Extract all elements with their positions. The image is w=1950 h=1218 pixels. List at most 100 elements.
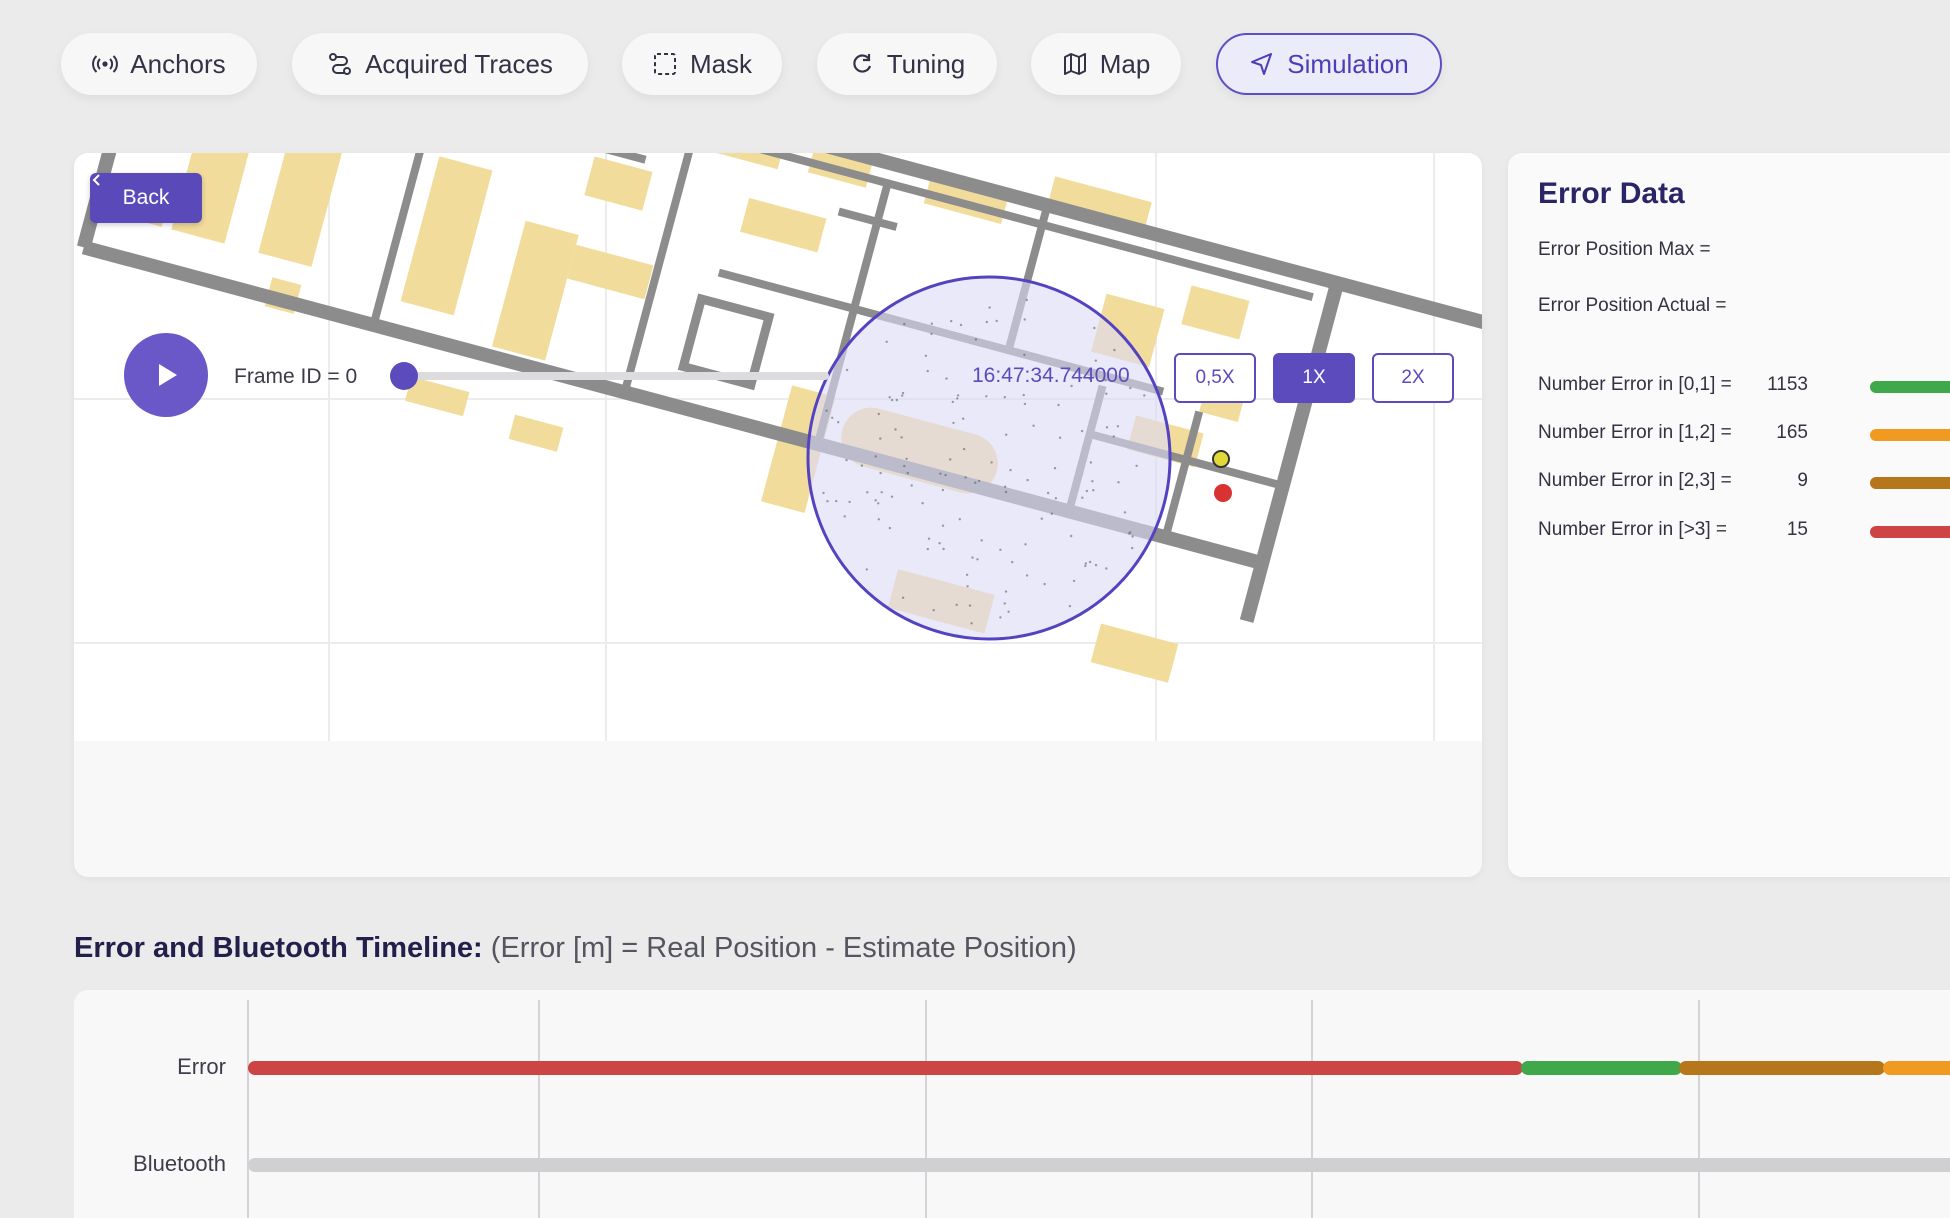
play-button[interactable]: [124, 333, 208, 417]
trace-point: [1032, 424, 1035, 427]
trace-point: [939, 472, 942, 475]
trace-point: [1058, 436, 1062, 439]
trace-point: [905, 457, 908, 460]
trace-point: [901, 391, 905, 395]
error-range-bar: [1870, 526, 1950, 538]
trace-point: [962, 447, 966, 451]
trace-point: [874, 455, 877, 458]
back-button[interactable]: Back: [90, 173, 202, 223]
speed-0-5x-button[interactable]: 0,5X: [1174, 353, 1256, 403]
trace-point: [952, 421, 955, 425]
trace-point: [1143, 394, 1146, 397]
trace-point: [822, 491, 825, 495]
trace-point: [945, 377, 948, 380]
trace-point: [880, 491, 883, 494]
trace-point: [970, 622, 973, 625]
tab-label: Anchors: [130, 48, 226, 79]
trace-point: [966, 585, 969, 588]
error-range-count: 9: [1797, 470, 1808, 491]
trace-point: [906, 471, 909, 475]
timeline-title-bold: Error and Bluetooth Timeline:: [74, 932, 483, 964]
trace-point: [1024, 543, 1027, 546]
trace-point: [1088, 560, 1092, 564]
map-panel: Back Frame ID = 0 16:47:34.744000 0,5X 1…: [74, 153, 1482, 877]
tab-anchors[interactable]: Anchors: [61, 33, 257, 95]
trace-point: [845, 368, 849, 372]
trace-point: [980, 539, 983, 542]
trace-point: [927, 537, 931, 540]
chevron-left-icon: [92, 174, 100, 186]
floor-plan-map[interactable]: Back: [74, 153, 1482, 741]
trace-point: [1070, 534, 1073, 538]
tab-map[interactable]: Map: [1031, 33, 1181, 95]
error-range-label: Number Error in [0,1] =: [1538, 374, 1732, 395]
tab-label: Simulation: [1287, 48, 1409, 79]
tab-simulation[interactable]: Simulation: [1216, 33, 1442, 95]
timeline-row-label-error: Error: [177, 1054, 226, 1079]
slider-thumb[interactable]: [390, 362, 418, 390]
trace-point: [1004, 490, 1008, 494]
trace-point: [941, 488, 945, 492]
trace-point: [866, 491, 869, 494]
trace-point: [926, 369, 929, 373]
trace-point: [1116, 425, 1120, 428]
trace-point: [1023, 353, 1026, 356]
error-position-max: Error Position Max =: [1538, 239, 1711, 260]
trace-point: [1085, 489, 1089, 493]
trace-point: [895, 398, 898, 402]
trace-point: [900, 436, 903, 439]
trace-point: [877, 518, 880, 521]
trace-point: [1025, 574, 1029, 577]
trace-point: [845, 458, 848, 462]
back-label: Back: [122, 186, 170, 209]
trace-point: [888, 526, 892, 530]
trace-point: [879, 471, 882, 475]
trace-point: [971, 556, 974, 559]
trace-point: [949, 458, 952, 461]
error-range-label: Number Error in [>3] =: [1538, 519, 1728, 540]
speed-label: 0,5X: [1195, 367, 1235, 388]
tab-tuning[interactable]: Tuning: [817, 33, 997, 95]
timeline-title-note: (Error [m] = Real Position - Estimate Po…: [490, 932, 1077, 964]
trace-point: [865, 568, 868, 571]
trace-point: [988, 306, 991, 309]
trace-point: [1025, 298, 1028, 302]
trace-point: [1003, 602, 1006, 605]
trace-point: [848, 500, 851, 504]
navigation-arrow-icon: [1251, 53, 1273, 75]
trace-point: [1089, 461, 1093, 464]
tab-acquired-traces[interactable]: Acquired Traces: [292, 33, 588, 95]
trace-point: [1057, 403, 1060, 407]
trace-point: [1054, 497, 1058, 500]
timeline-row-label-bluetooth: Bluetooth: [133, 1151, 226, 1176]
trace-point: [956, 397, 959, 400]
trace-point: [990, 461, 993, 464]
trace-point: [985, 320, 988, 324]
trace-point: [1094, 359, 1097, 362]
trace-point: [976, 558, 979, 561]
trace-point: [1043, 582, 1046, 586]
speed-label: 1X: [1302, 367, 1326, 388]
trace-point: [958, 518, 961, 521]
trace-point: [999, 548, 1002, 551]
speed-2x-button[interactable]: 2X: [1372, 353, 1454, 403]
trace-point: [956, 394, 960, 397]
error-range-row: Number Error in [>3] = 15: [1538, 519, 1950, 543]
tab-mask[interactable]: Mask: [622, 33, 782, 95]
tab-label: Mask: [689, 48, 753, 79]
timeline-panel: Error Bluetooth: [74, 990, 1950, 1218]
app-frame: Anchors Acquired Traces Mask Tuning Map: [0, 0, 1950, 1218]
trace-point: [1094, 563, 1098, 567]
speed-1x-button[interactable]: 1X: [1273, 353, 1355, 403]
error-position-actual: Error Position Actual =: [1538, 295, 1727, 316]
trace-point: [1131, 546, 1134, 550]
map-icon: [1063, 53, 1086, 75]
trace-point: [1040, 517, 1043, 520]
error-range-row: Number Error in [1,2] = 165: [1538, 422, 1950, 446]
frame-slider[interactable]: [390, 362, 829, 390]
play-icon: [159, 364, 177, 386]
error-range-count: 165: [1776, 422, 1808, 443]
trace-point: [964, 476, 967, 479]
trace-point: [894, 428, 897, 431]
trace-point: [877, 502, 880, 505]
